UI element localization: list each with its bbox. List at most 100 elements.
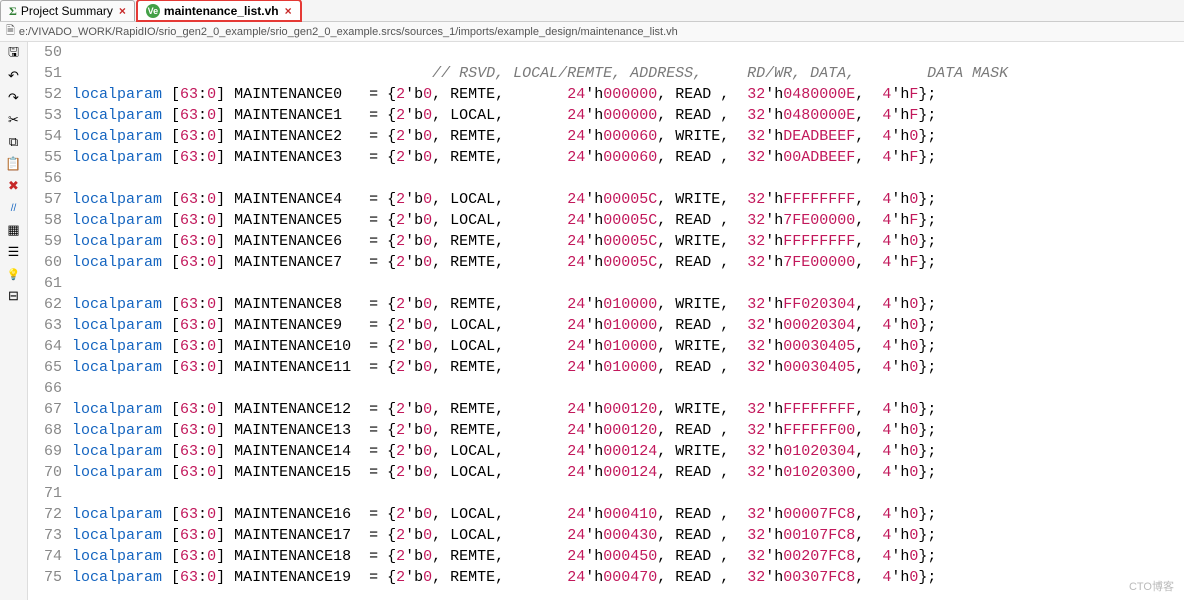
- code-line[interactable]: 54localparam [63:0] MAINTENANCE2 = {2'b0…: [28, 126, 1184, 147]
- code-line[interactable]: 70localparam [63:0] MAINTENANCE15 = {2'b…: [28, 462, 1184, 483]
- line-content: localparam [63:0] MAINTENANCE9 = {2'b0, …: [72, 315, 1184, 336]
- line-number: 54: [28, 126, 72, 147]
- line-number: 57: [28, 189, 72, 210]
- left-toolbar: 🖫 ↶ ↷ ✂ ⧉ 📋 ✖ // ▦ ☰ 💡 ⊟: [0, 42, 28, 600]
- code-line[interactable]: 59localparam [63:0] MAINTENANCE6 = {2'b0…: [28, 231, 1184, 252]
- code-line[interactable]: 51 // RSVD, LOCAL/REMTE, ADDRESS, RD/WR,…: [28, 63, 1184, 84]
- code-line[interactable]: 62localparam [63:0] MAINTENANCE8 = {2'b0…: [28, 294, 1184, 315]
- tab-project-summary[interactable]: Σ Project Summary ×: [0, 0, 135, 21]
- code-line[interactable]: 53localparam [63:0] MAINTENANCE1 = {2'b0…: [28, 105, 1184, 126]
- tab-bar: ΣProject Summary×Vemaintenance_list.vh×: [0, 0, 1184, 22]
- close-icon[interactable]: ×: [119, 4, 126, 18]
- delete-icon[interactable]: ✖: [6, 178, 22, 194]
- vh-icon: Ve: [146, 4, 160, 18]
- keyword: localparam: [72, 527, 162, 544]
- keyword: localparam: [72, 296, 162, 313]
- code-line[interactable]: 55localparam [63:0] MAINTENANCE3 = {2'b0…: [28, 147, 1184, 168]
- code-line[interactable]: 75localparam [63:0] MAINTENANCE19 = {2'b…: [28, 567, 1184, 588]
- code-line[interactable]: 66: [28, 378, 1184, 399]
- line-content: [72, 168, 1184, 189]
- line-content: localparam [63:0] MAINTENANCE10 = {2'b0,…: [72, 336, 1184, 357]
- line-content: localparam [63:0] MAINTENANCE12 = {2'b0,…: [72, 399, 1184, 420]
- keyword: localparam: [72, 149, 162, 166]
- keyword: localparam: [72, 569, 162, 586]
- code-line[interactable]: 68localparam [63:0] MAINTENANCE13 = {2'b…: [28, 420, 1184, 441]
- code-line[interactable]: 74localparam [63:0] MAINTENANCE18 = {2'b…: [28, 546, 1184, 567]
- comment-text: // RSVD, LOCAL/REMTE, ADDRESS, RD/WR, DA…: [432, 65, 1008, 82]
- sigma-icon: Σ: [9, 4, 17, 19]
- keyword: localparam: [72, 548, 162, 565]
- code-line[interactable]: 58localparam [63:0] MAINTENANCE5 = {2'b0…: [28, 210, 1184, 231]
- select-icon[interactable]: ▦: [6, 222, 22, 238]
- indent-icon[interactable]: ☰: [6, 244, 22, 260]
- bulb-icon[interactable]: 💡: [6, 266, 22, 282]
- collapse-icon[interactable]: ⊟: [6, 288, 22, 304]
- line-content: [72, 42, 1184, 63]
- redo-icon[interactable]: ↷: [6, 90, 22, 106]
- tab-label: Project Summary: [21, 4, 113, 18]
- keyword: localparam: [72, 317, 162, 334]
- keyword: localparam: [72, 254, 162, 271]
- keyword: localparam: [72, 401, 162, 418]
- tab-maintenance-list-vh[interactable]: Vemaintenance_list.vh×: [137, 0, 301, 21]
- line-content: // RSVD, LOCAL/REMTE, ADDRESS, RD/WR, DA…: [72, 63, 1184, 84]
- paste-icon[interactable]: 📋: [6, 156, 22, 172]
- line-number: 52: [28, 84, 72, 105]
- floppy-icon[interactable]: 🖫: [6, 46, 22, 62]
- line-number: 51: [28, 63, 72, 84]
- cut-icon[interactable]: ✂: [6, 112, 22, 128]
- line-content: localparam [63:0] MAINTENANCE7 = {2'b0, …: [72, 252, 1184, 273]
- line-number: 67: [28, 399, 72, 420]
- line-content: [72, 483, 1184, 504]
- code-line[interactable]: 60localparam [63:0] MAINTENANCE7 = {2'b0…: [28, 252, 1184, 273]
- code-editor[interactable]: 50 51 // RSVD, LOCAL/REMTE, ADDRESS, RD/…: [28, 42, 1184, 600]
- line-number: 58: [28, 210, 72, 231]
- code-line[interactable]: 65localparam [63:0] MAINTENANCE11 = {2'b…: [28, 357, 1184, 378]
- line-content: [72, 378, 1184, 399]
- line-number: 53: [28, 105, 72, 126]
- line-number: 71: [28, 483, 72, 504]
- undo-icon[interactable]: ↶: [6, 68, 22, 84]
- code-line[interactable]: 69localparam [63:0] MAINTENANCE14 = {2'b…: [28, 441, 1184, 462]
- code-line[interactable]: 63localparam [63:0] MAINTENANCE9 = {2'b0…: [28, 315, 1184, 336]
- code-line[interactable]: 64localparam [63:0] MAINTENANCE10 = {2'b…: [28, 336, 1184, 357]
- line-content: localparam [63:0] MAINTENANCE6 = {2'b0, …: [72, 231, 1184, 252]
- keyword: localparam: [72, 443, 162, 460]
- line-number: 70: [28, 462, 72, 483]
- keyword: localparam: [72, 359, 162, 376]
- copy-icon[interactable]: ⧉: [6, 134, 22, 150]
- keyword: localparam: [72, 464, 162, 481]
- file-icon: 🗎: [6, 22, 15, 41]
- code-line[interactable]: 73localparam [63:0] MAINTENANCE17 = {2'b…: [28, 525, 1184, 546]
- line-number: 61: [28, 273, 72, 294]
- keyword: localparam: [72, 506, 162, 523]
- file-path: e:/VIVADO_WORK/RapidIO/srio_gen2_0_examp…: [19, 26, 678, 38]
- code-line[interactable]: 72localparam [63:0] MAINTENANCE16 = {2'b…: [28, 504, 1184, 525]
- line-content: localparam [63:0] MAINTENANCE3 = {2'b0, …: [72, 147, 1184, 168]
- line-number: 74: [28, 546, 72, 567]
- code-line[interactable]: 71: [28, 483, 1184, 504]
- line-content: localparam [63:0] MAINTENANCE8 = {2'b0, …: [72, 294, 1184, 315]
- code-line[interactable]: 52localparam [63:0] MAINTENANCE0 = {2'b0…: [28, 84, 1184, 105]
- file-path-bar: 🗎 e:/VIVADO_WORK/RapidIO/srio_gen2_0_exa…: [0, 22, 1184, 42]
- code-line[interactable]: 56: [28, 168, 1184, 189]
- keyword: localparam: [72, 212, 162, 229]
- close-icon[interactable]: ×: [285, 4, 292, 18]
- code-line[interactable]: 57localparam [63:0] MAINTENANCE4 = {2'b0…: [28, 189, 1184, 210]
- code-line[interactable]: 61: [28, 273, 1184, 294]
- keyword: localparam: [72, 338, 162, 355]
- line-content: localparam [63:0] MAINTENANCE5 = {2'b0, …: [72, 210, 1184, 231]
- line-content: localparam [63:0] MAINTENANCE19 = {2'b0,…: [72, 567, 1184, 588]
- keyword: localparam: [72, 128, 162, 145]
- line-number: 73: [28, 525, 72, 546]
- line-number: 64: [28, 336, 72, 357]
- code-line[interactable]: 50: [28, 42, 1184, 63]
- line-number: 55: [28, 147, 72, 168]
- line-content: localparam [63:0] MAINTENANCE2 = {2'b0, …: [72, 126, 1184, 147]
- code-line[interactable]: 67localparam [63:0] MAINTENANCE12 = {2'b…: [28, 399, 1184, 420]
- comment-icon[interactable]: //: [6, 200, 22, 216]
- line-number: 59: [28, 231, 72, 252]
- line-content: localparam [63:0] MAINTENANCE15 = {2'b0,…: [72, 462, 1184, 483]
- line-number: 68: [28, 420, 72, 441]
- line-number: 75: [28, 567, 72, 588]
